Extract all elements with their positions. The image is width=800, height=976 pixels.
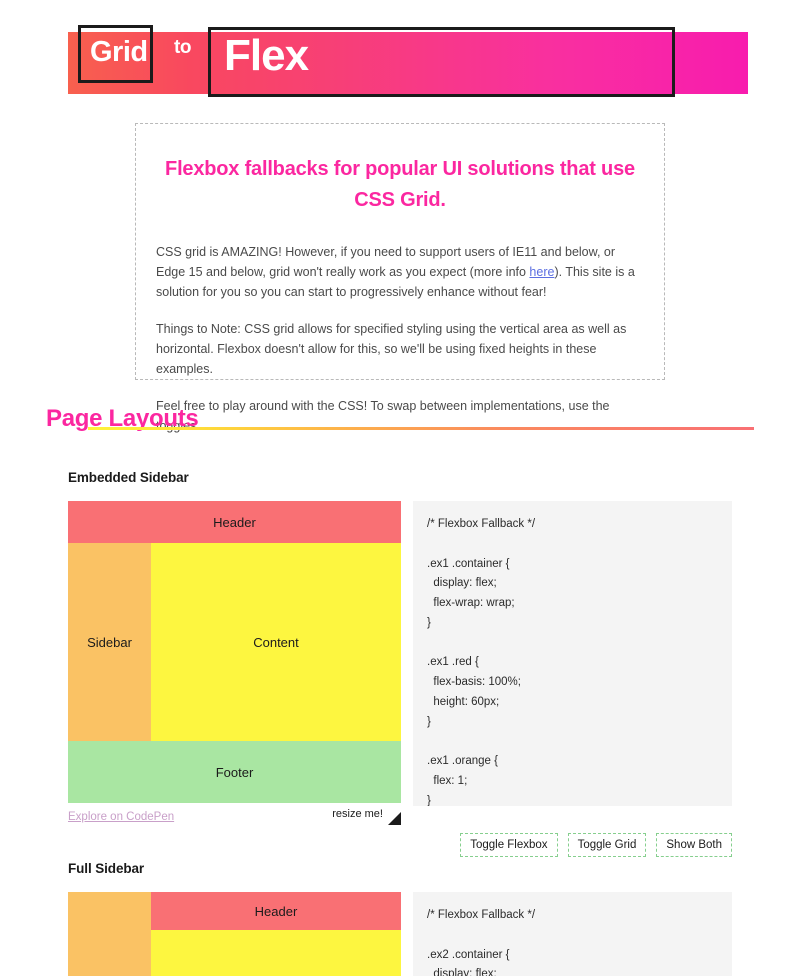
logo-word-to: to: [174, 37, 191, 58]
toggle-flexbox-button[interactable]: Toggle Flexbox: [460, 833, 558, 857]
demo-main-column: Header: [151, 892, 401, 976]
page-root: Grid to Flex Flexbox fallbacks for popul…: [0, 0, 800, 976]
demo-preview[interactable]: Header Sidebar Content Footer resize me!…: [68, 501, 401, 825]
example-title: Embedded Sidebar: [68, 470, 189, 485]
site-logo: Grid to Flex: [68, 25, 748, 97]
demo-cell-header: Header: [68, 501, 401, 543]
section-header-page-layouts: Page Layouts: [46, 405, 754, 433]
demo-cell-sidebar: [68, 892, 151, 976]
intro-title: Flexbox fallbacks for popular UI solutio…: [165, 158, 635, 211]
toggle-button-group: Toggle Flexbox Toggle Grid Show Both: [68, 833, 732, 857]
demo-layout-grid: Header: [68, 892, 401, 976]
code-panel[interactable]: /* Flexbox Fallback */ .ex1 .container {…: [413, 501, 732, 806]
demo-cell-content: [151, 930, 401, 976]
demo-layout-grid: Header Sidebar Content Footer: [68, 501, 401, 803]
show-both-button[interactable]: Show Both: [656, 833, 732, 857]
example-body: Header /* Flexbox Fallback */ .ex2 .cont…: [68, 892, 732, 976]
logo-word-grid: Grid: [90, 36, 148, 68]
resize-handle-icon[interactable]: [388, 812, 401, 825]
demo-cell-header: Header: [151, 892, 401, 930]
intro-paragraph-1: CSS grid is AMAZING! However, if you nee…: [156, 242, 644, 302]
logo-word-flex: Flex: [224, 31, 309, 80]
codepen-link[interactable]: Explore on CodePen: [68, 811, 174, 823]
example-title: Full Sidebar: [68, 861, 145, 876]
example-body: Header Sidebar Content Footer resize me!…: [68, 501, 732, 825]
toggle-grid-button[interactable]: Toggle Grid: [567, 833, 647, 857]
more-info-link[interactable]: here: [529, 265, 554, 279]
example-embedded-sidebar: Embedded Sidebar Header Sidebar Content …: [68, 470, 732, 857]
intro-paragraph-2: Things to Note: CSS grid allows for spec…: [156, 322, 627, 376]
demo-cell-sidebar: Sidebar: [68, 543, 151, 741]
code-panel[interactable]: /* Flexbox Fallback */ .ex2 .container {…: [413, 892, 732, 976]
section-divider: [88, 427, 754, 430]
demo-cell-content: Content: [151, 543, 401, 741]
intro-card: Flexbox fallbacks for popular UI solutio…: [135, 123, 665, 433]
demo-cell-footer: Footer: [68, 741, 401, 803]
demo-preview[interactable]: Header: [68, 892, 401, 976]
example-full-sidebar: Full Sidebar Header /* Flexbox Fallback …: [68, 861, 732, 976]
resize-hint-label: resize me!: [332, 808, 383, 820]
